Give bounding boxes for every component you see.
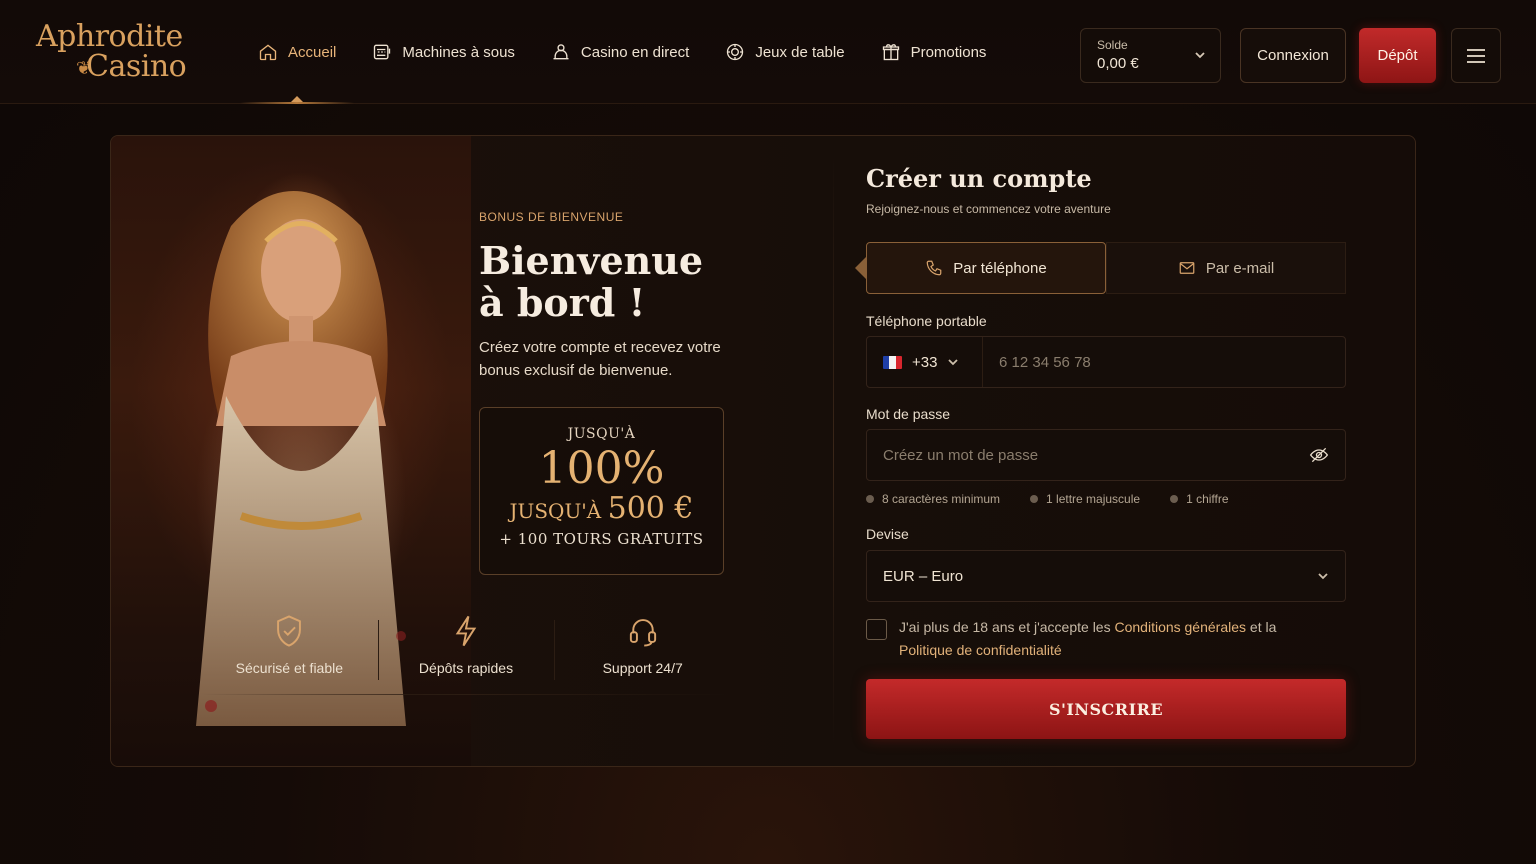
rule-text: 1 lettre majuscule (1046, 492, 1141, 506)
privacy-link[interactable]: Politique de confidentialité (899, 642, 1062, 658)
phone-input[interactable] (983, 337, 1345, 387)
lightning-icon (455, 615, 477, 647)
tab-email[interactable]: Par e-mail (1106, 242, 1346, 294)
feature-support: Support 24/7 (554, 614, 731, 692)
currency-label: Devise (866, 526, 909, 542)
bonus-percent: 100% (538, 443, 665, 494)
balance-dropdown[interactable]: Solde 0,00 € (1080, 28, 1221, 83)
top-header: Aphrodite ❦ Casino Accueil Machines à so… (0, 0, 1536, 104)
bonus-amount-prefix: JUSQU'À (509, 499, 602, 523)
nav-item-label: Promotions (910, 43, 987, 61)
feature-label: Support 24/7 (602, 660, 683, 676)
bonus-amount-line: JUSQU'À 500 € (480, 494, 723, 526)
card-divider (833, 156, 834, 746)
rule-bullet-icon (866, 495, 874, 503)
mail-icon (1179, 262, 1195, 274)
phone-field: +33 (866, 336, 1346, 388)
eye-off-icon[interactable] (1309, 445, 1329, 465)
bonus-up-to: JUSQU'À (567, 426, 636, 442)
welcome-title-line2: à bord ! (479, 280, 646, 325)
nav-item-machines[interactable]: Machines à sous (354, 0, 533, 104)
password-rule: 1 lettre majuscule (1030, 492, 1140, 506)
currency-select[interactable]: EUR – Euro (866, 550, 1346, 602)
nav-item-label: Machines à sous (402, 43, 515, 61)
rule-text: 1 chiffre (1186, 492, 1229, 506)
tab-label: Par téléphone (953, 259, 1047, 277)
country-code-select[interactable]: +33 (867, 337, 983, 387)
bonus-offer-box: JUSQU'À 100% JUSQU'À 500 € + 100 TOURS G… (479, 407, 724, 575)
brand-logo-line2: Casino (86, 49, 187, 84)
currency-value: EUR – Euro (883, 567, 964, 585)
nav-item-promotions[interactable]: Promotions (863, 0, 1005, 104)
password-rule: 8 caractères minimum (866, 492, 1000, 506)
rule-bullet-icon (1030, 495, 1039, 503)
nav-item-jeux-table[interactable]: Jeux de table (707, 0, 862, 104)
balance-value: 0,00 € (1097, 55, 1139, 72)
bonus-amount: 500 € (607, 491, 694, 526)
form-subtitle: Rejoignez-nous et commencez votre aventu… (866, 202, 1111, 216)
signup-method-tabs: Par téléphone Par e-mail (855, 242, 1346, 294)
welcome-bonus-kicker: BONUS DE BIENVENUE (479, 210, 624, 224)
feature-label: Sécurisé et fiable (235, 660, 344, 676)
nav-item-casino-direct[interactable]: Casino en direct (533, 0, 707, 104)
feature-secure: Sécurisé et fiable (201, 614, 378, 692)
hamburger-icon (1467, 48, 1485, 63)
chevron-down-icon (1318, 573, 1328, 580)
chevron-down-icon (948, 359, 959, 366)
home-icon (259, 44, 277, 61)
menu-button[interactable] (1451, 28, 1501, 83)
terms-consent-text: J'ai plus de 18 ans et j'accepte les Con… (899, 616, 1279, 662)
welcome-title: Bienvenue à bord ! (479, 240, 759, 324)
terms-checkbox[interactable] (866, 619, 887, 640)
features-row: Sécurisé et fiable Dépôts rapides Suppor… (201, 614, 731, 692)
nav-item-label: Jeux de table (755, 43, 845, 61)
nav-item-label: Accueil (288, 43, 337, 61)
bonus-free-spins: + 100 TOURS GRATUITS (499, 530, 704, 548)
phone-icon (926, 260, 942, 276)
features-divider (201, 694, 731, 695)
main-nav: Accueil Machines à sous Casino en direct… (240, 0, 1004, 104)
tab-label: Par e-mail (1205, 259, 1275, 277)
nav-item-accueil[interactable]: Accueil (240, 0, 355, 104)
welcome-intro: Créez votre compte et recevez votre bonu… (479, 339, 721, 379)
rule-text: 8 caractères minimum (882, 492, 1001, 506)
password-rules: 8 caractères minimum 1 lettre majuscule … (866, 492, 1229, 506)
deposit-button[interactable]: Dépôt (1359, 28, 1436, 83)
terms-link[interactable]: Conditions générales (1114, 619, 1246, 635)
balance-label: Solde (1097, 38, 1128, 52)
logo-ornament-icon: ❦ (76, 58, 91, 79)
password-label: Mot de passe (866, 406, 951, 422)
nav-item-label: Casino en direct (580, 43, 690, 61)
chevron-down-icon (1195, 52, 1205, 59)
consent-part2: et la (1246, 619, 1277, 635)
feature-label: Dépôts rapides (418, 660, 514, 676)
welcome-title-line1: Bienvenue (479, 238, 704, 283)
phone-label: Téléphone portable (866, 313, 987, 329)
tab-phone[interactable]: Par téléphone (855, 242, 1106, 294)
brand-logo[interactable]: Aphrodite ❦ Casino (36, 19, 187, 88)
gift-icon (882, 44, 899, 61)
headset-icon (629, 619, 656, 647)
active-indicator-caret (291, 96, 304, 102)
live-dealer-icon (553, 44, 569, 60)
country-code-value: +33 (912, 353, 938, 371)
password-rule: 1 chiffre (1170, 492, 1229, 506)
brand-logo-line1: Aphrodite (36, 19, 183, 54)
slot-machine-icon (374, 44, 391, 60)
rule-bullet-icon (1170, 495, 1179, 503)
password-input[interactable] (867, 430, 1309, 480)
consent-part1: J'ai plus de 18 ans et j'accepte les (899, 619, 1115, 635)
form-title: Créer un compte (866, 164, 1092, 193)
signup-card: BONUS DE BIENVENUE Bienvenue à bord ! Cr… (110, 135, 1416, 767)
password-field (866, 429, 1346, 481)
feature-fast-deposit: Dépôts rapides (377, 614, 555, 692)
register-button[interactable]: S'INSCRIRE (866, 679, 1346, 739)
shield-check-icon (277, 615, 302, 647)
login-button[interactable]: Connexion (1240, 28, 1346, 83)
chip-icon (727, 43, 744, 61)
france-flag-icon (883, 355, 902, 369)
